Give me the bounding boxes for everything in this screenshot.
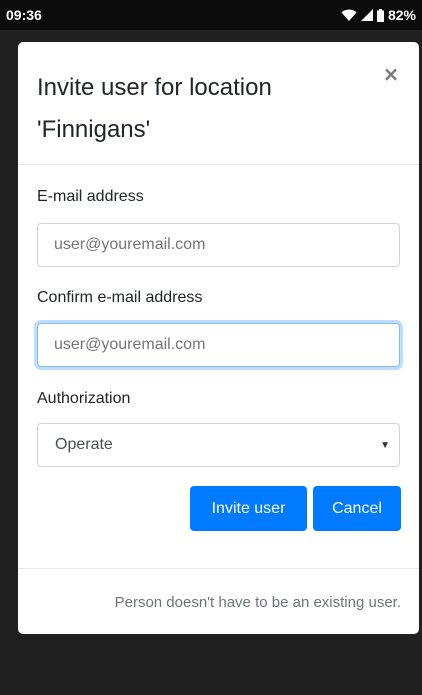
battery-icon: [376, 8, 384, 22]
battery-percent: 82%: [387, 7, 416, 23]
chevron-down-icon: ▼: [380, 439, 390, 451]
authorization-label: Authorization: [37, 390, 131, 407]
invite-user-modal: Invite user for location 'Finnigans' × E…: [18, 42, 419, 634]
authorization-selected-value: Operate: [55, 436, 113, 453]
close-button[interactable]: ×: [381, 64, 401, 84]
signal-icon: [360, 9, 373, 21]
modal-title: Invite user for location 'Finnigans': [37, 74, 272, 143]
modal-header: Invite user for location 'Finnigans' ×: [18, 42, 419, 165]
confirm-email-field[interactable]: [37, 323, 400, 367]
email-label: E-mail address: [37, 188, 144, 205]
status-bar: 09:36 82%: [0, 0, 422, 30]
modal-footer: Person doesn't have to be an existing us…: [18, 568, 419, 634]
cancel-button[interactable]: Cancel: [313, 486, 401, 531]
email-field[interactable]: [37, 223, 400, 267]
status-icons: 82%: [341, 7, 416, 23]
status-time: 09:36: [6, 7, 42, 23]
confirm-email-label: Confirm e-mail address: [37, 289, 203, 306]
invite-user-button[interactable]: Invite user: [190, 486, 307, 531]
wifi-icon: [341, 9, 357, 22]
authorization-select[interactable]: Operate ▼: [37, 423, 400, 467]
footer-note: Person doesn't have to be an existing us…: [114, 594, 401, 611]
